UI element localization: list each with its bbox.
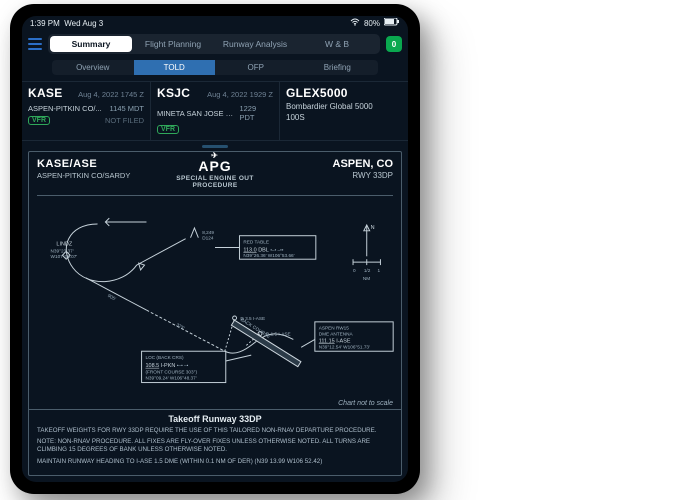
svg-text:N39°12.54' W106°51.73': N39°12.54' W106°51.73' xyxy=(319,344,370,349)
svg-text:W107°00.07': W107°00.07' xyxy=(51,254,78,259)
svg-text:N39°23.37': N39°23.37' xyxy=(51,248,74,253)
dest-ztime: Aug 4, 2022 1929 Z xyxy=(207,90,273,99)
dest-name: MINETA SAN JOSE I... xyxy=(157,109,233,118)
aircraft-code: GLEX5000 xyxy=(286,86,348,100)
takeoff-p3: MAINTAIN RUNWAY HEADING TO I-ASE 1.5 DME… xyxy=(37,458,393,466)
menu-icon[interactable] xyxy=(28,38,42,50)
destination-card[interactable]: KSJC Aug 4, 2022 1929 Z MINETA SAN JOSE I… xyxy=(151,82,280,140)
svg-text:1/2: 1/2 xyxy=(364,268,371,273)
subtab-ofp[interactable]: OFP xyxy=(215,60,297,75)
sub-tab-bar: Overview TOLD OFP Briefing xyxy=(22,60,408,81)
status-date: Wed Aug 3 xyxy=(64,19,103,28)
airport-full: ASPEN-PITKIN CO/SARDY xyxy=(37,171,156,180)
battery-icon xyxy=(384,18,400,28)
takeoff-p1: TAKEOFF WEIGHTS FOR RWY 33DP REQUIRE THE… xyxy=(37,427,393,435)
brand-logo: APG xyxy=(198,158,231,174)
status-right: 80% xyxy=(350,18,400,28)
dest-local: 1229 PDT xyxy=(239,104,273,122)
origin-card[interactable]: KASE Aug 4, 2022 1745 Z ASPEN-PITKIN CO/.… xyxy=(22,82,151,140)
north-label: N xyxy=(371,225,375,231)
city-label: ASPEN, CO xyxy=(274,158,393,170)
dest-icao: KSJC xyxy=(157,86,190,100)
svg-text:(FRONT COURSE 303°): (FRONT COURSE 303°) xyxy=(145,370,197,375)
svg-text:1: 1 xyxy=(378,268,381,273)
brand-subtitle: SPECIAL ENGINE OUT PROCEDURE xyxy=(156,175,275,189)
takeoff-notes: Takeoff Runway 33DP TAKEOFF WEIGHTS FOR … xyxy=(29,409,401,475)
tab-weight-balance[interactable]: W & B xyxy=(296,36,378,52)
aircraft-variant: 100S xyxy=(286,113,402,122)
subtab-told[interactable]: TOLD xyxy=(134,60,216,75)
aircraft-name: Bombardier Global 5000 xyxy=(286,102,402,111)
device-status-bar: 1:39 PM Wed Aug 3 80% xyxy=(22,16,408,30)
battery-percent: 80% xyxy=(364,19,380,28)
svg-text:DME ANTENNA: DME ANTENNA xyxy=(319,332,354,337)
aircraft-card[interactable]: GLEX5000 Bombardier Global 5000 100S xyxy=(280,82,408,140)
takeoff-title: Takeoff Runway 33DP xyxy=(37,414,393,424)
drag-handle[interactable] xyxy=(22,141,408,151)
fix-lindz: LINDZ xyxy=(56,242,72,248)
tab-summary[interactable]: Summary xyxy=(50,36,132,52)
tab-runway-analysis[interactable]: Runway Analysis xyxy=(214,36,296,52)
dest-rules-badge: VFR xyxy=(157,125,179,134)
app-screen: 1:39 PM Wed Aug 3 80% Summary Flight Pla… xyxy=(22,16,408,482)
svg-text:NM: NM xyxy=(363,276,370,281)
svg-text:8,249: 8,249 xyxy=(202,230,214,235)
flight-summary-row: KASE Aug 4, 2022 1745 Z ASPEN-PITKIN CO/.… xyxy=(22,81,408,141)
origin-local: 1145 MDT xyxy=(110,104,144,113)
runway-label: RWY 33DP xyxy=(274,171,393,180)
chart-disclaimer: Chart not to scale xyxy=(338,400,393,407)
tablet-frame: 1:39 PM Wed Aug 3 80% Summary Flight Pla… xyxy=(10,4,420,494)
procedure-chart[interactable]: N 0 1/2 1 NM 905' 375' 8,249D124 xyxy=(29,196,401,409)
main-tab-bar: Summary Flight Planning Runway Analysis … xyxy=(48,34,380,54)
wifi-icon xyxy=(350,18,360,28)
top-bar: Summary Flight Planning Runway Analysis … xyxy=(22,30,408,60)
panel-header: KASE/ASE ASPEN-PITKIN CO/SARDY APG SPECI… xyxy=(29,152,401,195)
svg-text:N39°26.36' W106°53.66': N39°26.36' W106°53.66' xyxy=(243,253,294,258)
svg-text:ASPEN RW15: ASPEN RW15 xyxy=(319,326,350,331)
origin-ztime: Aug 4, 2022 1745 Z xyxy=(78,90,144,99)
svg-text:375': 375' xyxy=(175,322,185,331)
svg-text:905': 905' xyxy=(107,293,117,302)
svg-text:108.5 I-PKN •–• –•: 108.5 I-PKN •–• –• xyxy=(145,363,188,369)
svg-text:0: 0 xyxy=(353,268,356,273)
procedure-panel: KASE/ASE ASPEN-PITKIN CO/SARDY APG SPECI… xyxy=(28,151,402,476)
origin-icao: KASE xyxy=(28,86,63,100)
origin-filed: NOT FILED xyxy=(105,116,144,125)
origin-rules-badge: VFR xyxy=(28,116,50,125)
origin-name: ASPEN-PITKIN CO/... xyxy=(28,104,102,113)
svg-text:N39°09.24' W106°48.37': N39°09.24' W106°48.37' xyxy=(145,376,196,381)
subtab-overview[interactable]: Overview xyxy=(52,60,134,75)
svg-text:RED TABLE: RED TABLE xyxy=(243,240,269,245)
svg-text:LOC (BACK CRS): LOC (BACK CRS) xyxy=(145,355,183,360)
status-time: 1:39 PM xyxy=(30,19,60,28)
notifications-badge[interactable]: 0 xyxy=(386,36,402,52)
airport-pair: KASE/ASE xyxy=(37,158,156,170)
tab-flight-planning[interactable]: Flight Planning xyxy=(132,36,214,52)
subtab-briefing[interactable]: Briefing xyxy=(297,60,379,75)
status-left: 1:39 PM Wed Aug 3 xyxy=(30,19,103,28)
svg-text:D124: D124 xyxy=(202,236,214,241)
takeoff-p2: NOTE: NON-RNAV PROCEDURE. ALL FIXES ARE … xyxy=(37,438,393,455)
